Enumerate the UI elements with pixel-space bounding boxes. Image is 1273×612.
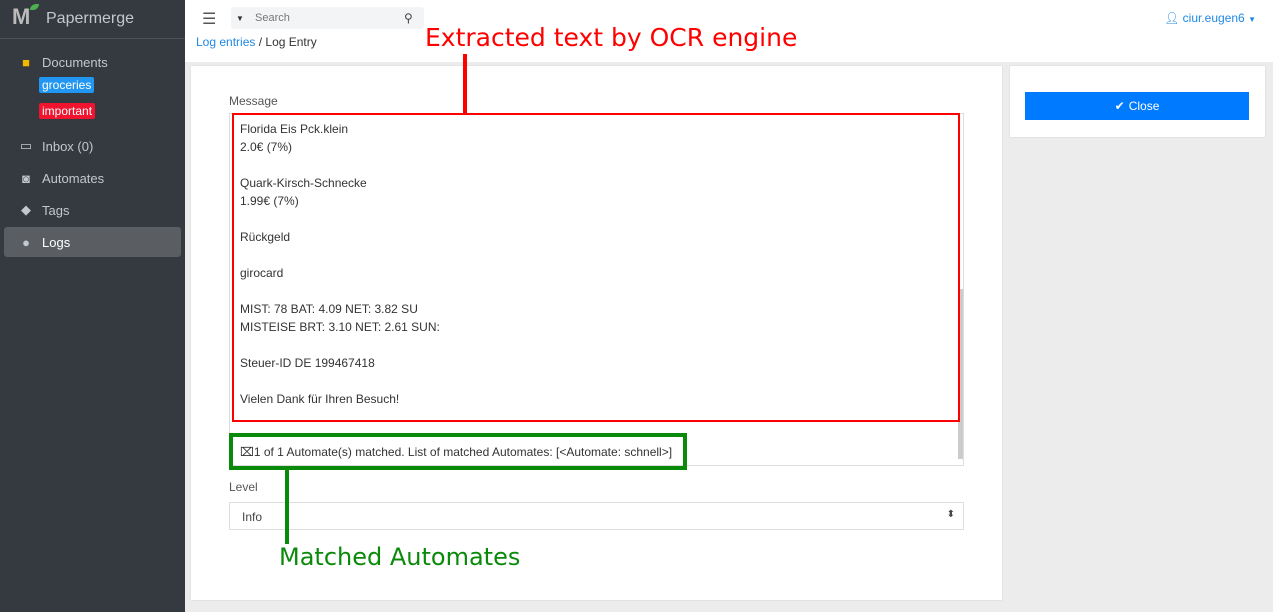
close-label: Close <box>1128 99 1160 113</box>
sidebar-item-documents[interactable]: ■ Documents <box>0 47 181 77</box>
sidebar-item-label: Tags <box>42 202 70 218</box>
sidebar-item-label: Inbox (0) <box>42 138 94 154</box>
close-button[interactable]: ✔ Close <box>1025 92 1249 120</box>
sidebar: M Papermerge ■ Documents groceries import… <box>0 0 185 612</box>
inbox-icon: ▭ <box>19 138 33 153</box>
username: ciur.eugen6 <box>1182 11 1245 25</box>
sort-icon: ⬍ <box>946 509 955 520</box>
menu-icon[interactable]: ☰ <box>202 9 216 29</box>
ocr-annotation-box <box>232 113 960 422</box>
message-label: Message <box>229 94 278 108</box>
sidebar-item-label: Logs <box>42 234 71 250</box>
robot-icon: ◙ <box>22 170 30 186</box>
breadcrumb-log-entries[interactable]: Log entries <box>196 35 255 49</box>
search-bar: ▼ Search ⚲ <box>231 7 424 29</box>
user-menu[interactable]: 👤︎ ciur.eugen6 ▼ <box>1164 11 1256 25</box>
app-name: Papermerge <box>46 10 135 27</box>
brand[interactable]: M Papermerge <box>0 0 185 39</box>
sidebar-item-inbox[interactable]: ▭ Inbox (0) <box>0 131 181 161</box>
breadcrumb: Log entries / Log Entry <box>196 35 317 49</box>
breadcrumb-current: Log Entry <box>265 35 317 49</box>
sidebar-item-label: Automates <box>42 170 105 186</box>
tag-icon: ◆ <box>21 202 31 217</box>
automates-annotation-box <box>229 433 687 470</box>
ocr-annotation-line <box>463 54 467 114</box>
caret-down-icon: ▼ <box>1248 15 1256 24</box>
check-icon: ✔ <box>1114 99 1125 113</box>
sidebar-item-label: Documents <box>42 54 108 70</box>
user-icon: 👤︎ <box>1164 11 1183 25</box>
breadcrumb-separator: / <box>255 35 266 49</box>
tag-groceries[interactable]: groceries <box>39 77 95 93</box>
folder-icon: ■ <box>22 54 30 70</box>
actions-card: ✔ Close <box>1010 66 1265 137</box>
lightbulb-icon: ● <box>22 234 30 250</box>
ocr-annotation-label: Extracted text by OCR engine <box>425 23 798 52</box>
level-select[interactable]: Info ⬍ <box>229 502 964 530</box>
tag-important[interactable]: important <box>39 103 96 119</box>
sidebar-item-logs[interactable]: ● Logs <box>4 227 181 257</box>
papermerge-logo-icon: M <box>12 4 39 32</box>
level-value: Info <box>242 510 263 524</box>
automates-annotation-line <box>285 469 289 544</box>
search-input[interactable]: Search <box>249 12 404 24</box>
search-icon[interactable]: ⚲ <box>404 11 424 25</box>
caret-down-icon[interactable]: ▼ <box>231 14 249 23</box>
sidebar-item-automates[interactable]: ◙ Automates <box>0 163 181 193</box>
automates-annotation-label: Matched Automates <box>279 543 521 571</box>
sidebar-item-tags[interactable]: ◆ Tags <box>0 195 181 225</box>
level-label: Level <box>229 480 258 494</box>
